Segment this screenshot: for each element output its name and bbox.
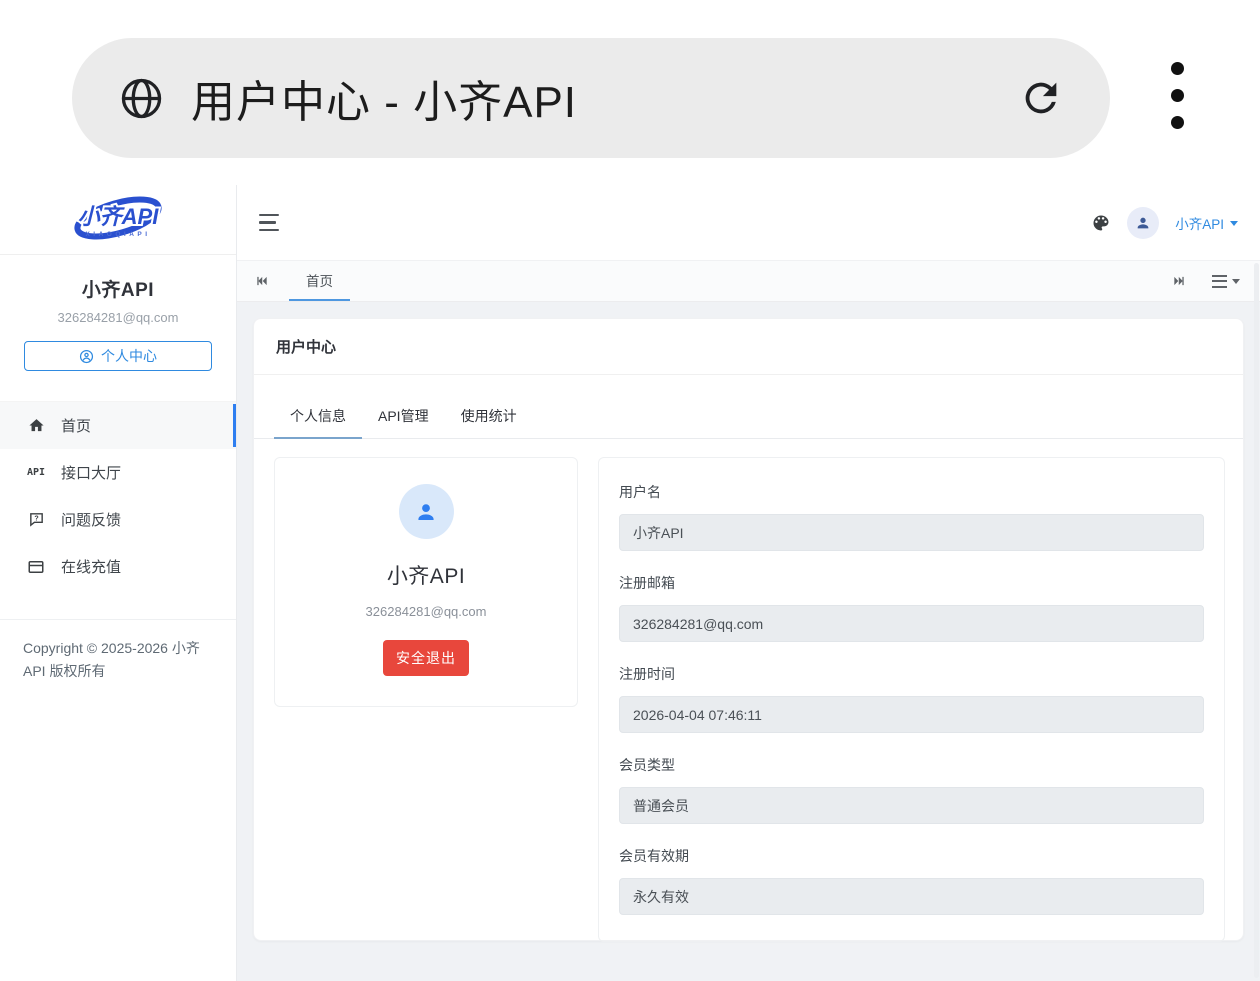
user-icon — [413, 499, 439, 525]
sidebar-item-label: 问题反馈 — [61, 509, 121, 530]
top-navbar: 小齐API — [237, 185, 1260, 260]
copyright: Copyright © 2025-2026 小齐API 版权所有 — [0, 620, 236, 700]
account-details-form: 用户名 小齐API 注册邮箱 326284281@qq.com 注册时间 202… — [598, 457, 1225, 942]
tab-personal-info[interactable]: 个人信息 — [274, 397, 362, 439]
field-label: 注册时间 — [619, 664, 1204, 684]
form-group-member-type: 会员类型 普通会员 — [619, 755, 1204, 824]
globe-icon — [118, 75, 165, 122]
sidebar-item-recharge[interactable]: 在线充值 — [0, 543, 236, 590]
page-tabbar: 首页 — [237, 260, 1260, 302]
home-icon — [25, 417, 47, 434]
card-title: 用户中心 — [254, 319, 1243, 375]
user-icon — [1135, 215, 1151, 231]
tab-home[interactable]: 首页 — [289, 261, 350, 301]
skip-to-start-icon[interactable] — [249, 261, 275, 301]
tab-label: 个人信息 — [290, 408, 346, 424]
chevron-down-icon — [1230, 221, 1238, 226]
form-group-email: 注册邮箱 326284281@qq.com — [619, 573, 1204, 642]
browser-chrome: 用户中心 - 小齐API — [0, 0, 1260, 185]
content-area: 用户中心 个人信息 API管理 使用统计 — [237, 302, 1260, 981]
feedback-icon: ? — [25, 511, 47, 528]
sidebar-item-api-hall[interactable]: API 接口大厅 — [0, 449, 236, 496]
tab-usage-stats[interactable]: 使用统计 — [445, 397, 533, 439]
tab-home-label: 首页 — [306, 270, 333, 290]
profile-center-button[interactable]: 个人中心 — [24, 341, 212, 371]
field-label: 注册邮箱 — [619, 573, 1204, 593]
profile-avatar — [399, 484, 454, 539]
hamburger-menu-icon[interactable] — [259, 214, 279, 232]
browser-menu-icon[interactable] — [1171, 62, 1185, 129]
field-label: 用户名 — [619, 482, 1204, 502]
sidebar-email: 326284281@qq.com — [0, 310, 236, 325]
sidebar-item-label: 接口大厅 — [61, 462, 121, 483]
sidebar-profile: 小齐API 326284281@qq.com 个人中心 — [0, 255, 236, 371]
navbar-avatar[interactable] — [1127, 207, 1159, 239]
navbar-username: 小齐API — [1175, 213, 1224, 233]
profile-summary-card: 小齐API 326284281@qq.com 安全退出 — [274, 457, 578, 707]
tab-options-icon[interactable] — [1212, 261, 1240, 301]
refresh-icon[interactable] — [1018, 75, 1064, 121]
sidebar-item-home[interactable]: 首页 — [0, 402, 236, 449]
member-validity-field: 永久有效 — [619, 878, 1204, 915]
logout-button[interactable]: 安全退出 — [383, 640, 469, 676]
recharge-icon — [25, 558, 47, 576]
form-group-username: 用户名 小齐API — [619, 482, 1204, 551]
user-circle-icon — [79, 349, 94, 364]
tab-label: API管理 — [378, 408, 429, 424]
page-title-address: 用户中心 - 小齐API — [191, 66, 1018, 130]
sidebar-item-label: 首页 — [61, 415, 91, 436]
profile-tabs: 个人信息 API管理 使用统计 — [254, 397, 1243, 439]
sidebar: 小齐API XIAOQIAPI 小齐API 326284281@qq.com 个… — [0, 185, 237, 981]
address-bar[interactable]: 用户中心 - 小齐API — [72, 38, 1110, 158]
field-label: 会员类型 — [619, 755, 1204, 775]
email-field: 326284281@qq.com — [619, 605, 1204, 642]
profile-email: 326284281@qq.com — [285, 604, 567, 619]
navbar-user-dropdown[interactable]: 小齐API — [1175, 213, 1238, 233]
field-label: 会员有效期 — [619, 846, 1204, 866]
sidebar-username: 小齐API — [0, 275, 236, 302]
skip-to-end-icon[interactable] — [1166, 261, 1192, 301]
profile-center-label: 个人中心 — [101, 346, 157, 366]
form-group-register-time: 注册时间 2026-04-04 07:46:11 — [619, 664, 1204, 733]
personal-info-panel: 小齐API 326284281@qq.com 安全退出 用户名 小齐API 注册… — [254, 439, 1243, 942]
app-shell: 小齐API XIAOQIAPI 小齐API 326284281@qq.com 个… — [0, 185, 1260, 981]
sidebar-item-feedback[interactable]: ? 问题反馈 — [0, 496, 236, 543]
sidebar-nav: 首页 API 接口大厅 ? 问题反馈 — [0, 401, 236, 590]
svg-text:?: ? — [34, 515, 38, 523]
theme-palette-icon[interactable] — [1091, 213, 1111, 233]
logo-subtext: XIAOQIAPI — [85, 231, 150, 238]
profile-name: 小齐API — [285, 560, 567, 590]
member-type-field: 普通会员 — [619, 787, 1204, 824]
page-scrollbar[interactable] — [1254, 263, 1259, 978]
sidebar-logo[interactable]: 小齐API XIAOQIAPI — [0, 185, 236, 255]
api-icon: API — [25, 467, 47, 478]
tab-label: 使用统计 — [461, 408, 517, 424]
sidebar-item-label: 在线充值 — [61, 556, 121, 577]
logo-text: 小齐API — [78, 204, 160, 229]
register-time-field: 2026-04-04 07:46:11 — [619, 696, 1204, 733]
tab-api-management[interactable]: API管理 — [362, 397, 445, 439]
logo-icon: 小齐API XIAOQIAPI — [59, 191, 177, 249]
form-group-member-validity: 会员有效期 永久有效 — [619, 846, 1204, 915]
username-field: 小齐API — [619, 514, 1204, 551]
main-area: 小齐API 首页 — [237, 185, 1260, 981]
user-center-card: 用户中心 个人信息 API管理 使用统计 — [253, 318, 1244, 941]
